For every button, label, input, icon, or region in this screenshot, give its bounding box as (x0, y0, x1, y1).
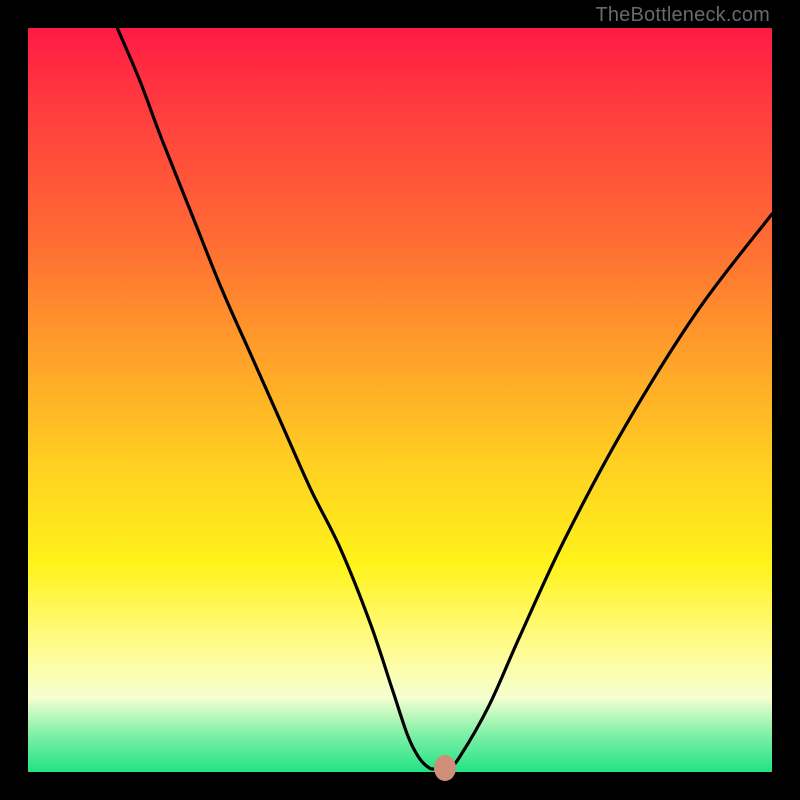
bottleneck-curve (28, 28, 772, 772)
chart-frame: TheBottleneck.com (0, 0, 800, 800)
plot-area (28, 28, 772, 772)
watermark-text: TheBottleneck.com (595, 4, 770, 27)
optimum-marker-dot (434, 755, 456, 781)
